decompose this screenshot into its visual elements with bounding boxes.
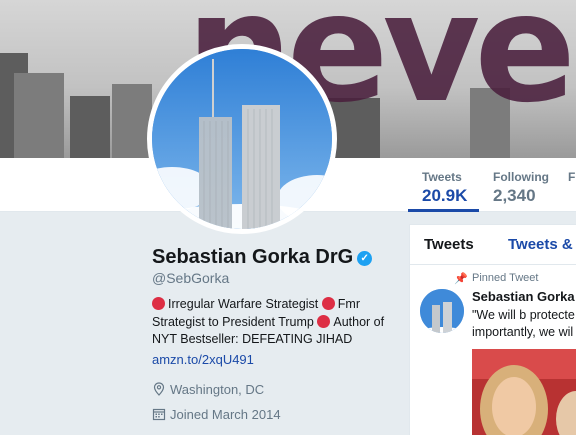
stat-followers[interactable]: F [568,170,575,186]
profile-name-text: Sebastian Gorka DrG [152,246,354,268]
calendar-icon [152,408,166,421]
twin-towers-thumbnail [420,289,464,333]
pin-icon: 📌 [454,273,468,285]
profile-joined: Joined March 2014 [152,407,281,422]
red-circle-icon [321,297,335,310]
stat-following-label: Following [493,170,549,184]
verified-badge-icon: ✓ [357,251,373,266]
stat-followers-label: F [568,170,576,184]
tweet-author-avatar[interactable] [420,289,464,333]
red-circle-icon [317,314,331,328]
active-tab-indicator [408,209,479,212]
location-text: Washington, DC [170,382,265,397]
person-photo [472,349,576,435]
twin-towers-image [152,49,332,229]
profile-avatar[interactable] [147,44,337,234]
stat-following[interactable]: Following 2,340 [493,170,549,206]
stat-tweets-value: 20.9K [422,186,468,205]
timeline-tabs: Tweets Tweets & [410,225,576,265]
pinned-tweet-label: Pinned Tweet [472,272,539,284]
red-circle-icon [152,297,165,310]
tweet-text: "We will b protecte importantly, we wil [472,307,575,341]
stat-tweets[interactable]: Tweets 20.9K [422,170,467,206]
stat-tweets-label: Tweets [422,170,462,184]
profile-bio: Irregular Warfare Strategist Fmr Strateg… [152,296,392,349]
tweet-text-line-2: importantly, we wil [472,325,574,339]
tweet-text-line-1: "We will b protecte [472,308,575,322]
tab-tweets[interactable]: Tweets [424,236,474,253]
location-pin-icon [153,382,165,396]
tab-tweets-replies[interactable]: Tweets & [508,236,573,253]
timeline-panel: Tweets Tweets & 📌 Pinned Tweet Sebastian… [409,224,576,435]
tweet-media-image[interactable] [472,349,576,435]
profile-link[interactable]: amzn.to/2xqU491 [152,352,254,367]
profile-handle: @SebGorka [152,270,230,286]
profile-name: Sebastian Gorka DrG ✓ [152,246,373,269]
tweet-author-name[interactable]: Sebastian Gorka [472,289,575,304]
stat-following-value: 2,340 [493,186,536,205]
joined-text: Joined March 2014 [170,407,281,422]
profile-location: Washington, DC [152,382,264,397]
bio-part-1: Irregular Warfare Strategist [168,297,319,311]
